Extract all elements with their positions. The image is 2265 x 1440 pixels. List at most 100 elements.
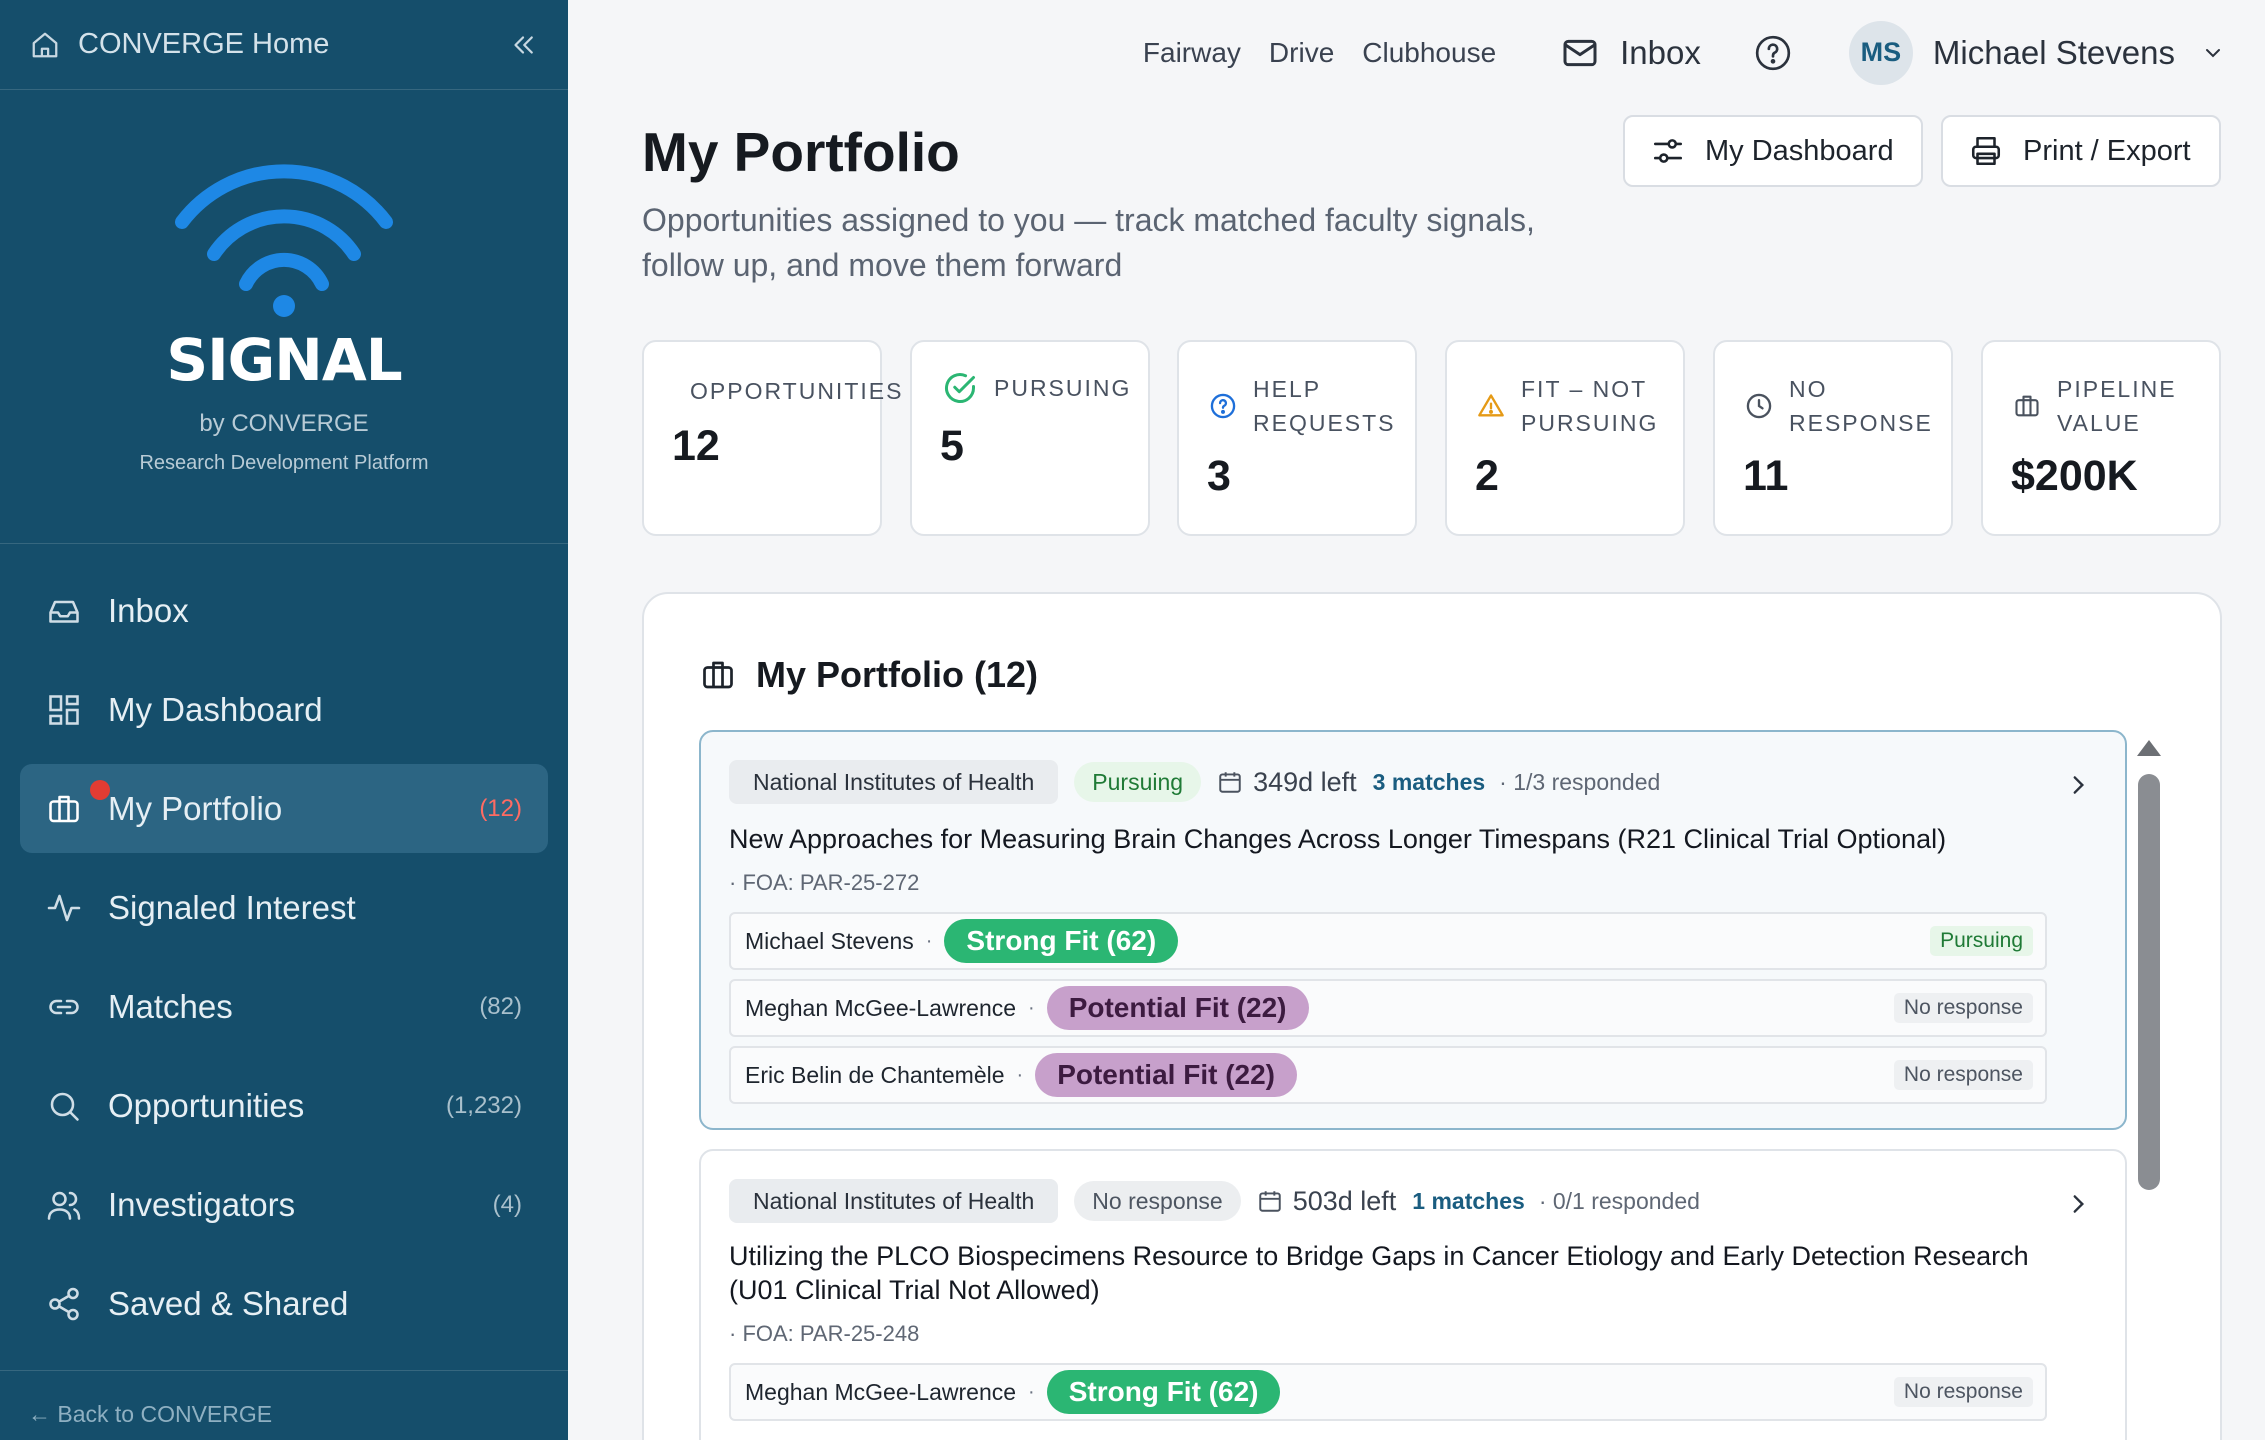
scroll-up-arrow[interactable] xyxy=(2137,740,2161,756)
dashboard-grid-icon xyxy=(49,694,79,725)
help-icon[interactable] xyxy=(1753,33,1793,73)
home-icon xyxy=(32,32,58,57)
user-menu[interactable]: MS Michael Stevens xyxy=(1848,20,2225,85)
briefcase-icon xyxy=(2015,395,2039,417)
investigator-name: Eric Belin de Chantemèle xyxy=(745,1061,1005,1088)
portfolio-panel: My Portfolio (12) National Institutes of… xyxy=(642,592,2222,1440)
sidebar-item-my-dashboard[interactable]: My Dashboard xyxy=(20,665,548,754)
link-icon xyxy=(49,999,79,1014)
sidebar-item-count: (1,232) xyxy=(445,1091,522,1119)
matches-link[interactable]: 1 matches xyxy=(1412,1188,1525,1215)
nav-link-clubhouse[interactable]: Clubhouse xyxy=(1362,37,1496,69)
responded-count: · 0/1 responded xyxy=(1538,1187,1700,1214)
chevron-right-icon[interactable] xyxy=(2065,1191,2091,1217)
stat-card-pursuing[interactable]: PURSUING 5 xyxy=(910,340,1150,536)
responded-count: · 1/3 responded xyxy=(1499,768,1661,795)
match-row[interactable]: Meghan McGee-Lawrence · Potential Fit (2… xyxy=(729,979,2047,1037)
stat-value: $200K xyxy=(2011,452,2138,500)
sidebar-item-count: (12) xyxy=(479,794,522,822)
opportunity-card[interactable]: National Institutes of Health Pursuing 3… xyxy=(699,730,2127,1130)
inbox-tray-icon xyxy=(49,600,79,623)
sidebar-item-saved-shared[interactable]: Saved & Shared xyxy=(20,1259,548,1348)
top-inbox-button[interactable]: Inbox xyxy=(1560,33,1701,73)
scrollbar-thumb[interactable] xyxy=(2138,774,2160,1190)
stat-card-pipeline-value[interactable]: PIPELINE VALUE $200K xyxy=(1981,340,2221,536)
agency-badge: National Institutes of Health xyxy=(729,760,1059,804)
investigator-name: Michael Stevens xyxy=(745,927,914,954)
sidebar-item-label: Opportunities xyxy=(108,1086,305,1124)
print-export-label: Print / Export xyxy=(2023,134,2191,167)
stat-card-fit-not-pursuing[interactable]: FIT – NOT PURSUING 2 xyxy=(1445,340,1685,536)
sidebar-item-label: Signaled Interest xyxy=(108,888,356,926)
opportunity-title[interactable]: Utilizing the PLCO Biospecimens Resource… xyxy=(729,1239,2049,1307)
stat-value: 12 xyxy=(672,422,720,470)
stat-card-no-response[interactable]: NO RESPONSE 11 xyxy=(1713,340,1953,536)
sidebar-item-signaled-interest[interactable]: Signaled Interest xyxy=(20,863,548,952)
my-dashboard-button[interactable]: My Dashboard xyxy=(1623,115,1923,187)
stat-label: NO RESPONSE xyxy=(1789,376,1933,436)
sidebar-item-label: Matches xyxy=(108,987,233,1025)
fit-badge: Strong Fit (62) xyxy=(944,919,1179,963)
back-to-converge-link[interactable]: ← Back to CONVERGE xyxy=(0,1370,568,1440)
calendar-icon xyxy=(1258,1191,1281,1212)
top-bar: Fairway Drive Clubhouse Inbox MS Michael… xyxy=(568,0,2265,105)
stat-value: 11 xyxy=(1743,452,1789,500)
brand-by: by CONVERGE xyxy=(199,410,369,437)
stat-card-opportunities[interactable]: OPPORTUNITIES 12 xyxy=(642,340,901,536)
matches-link[interactable]: 3 matches xyxy=(1373,769,1486,796)
opportunity-meta: National Institutes of Health No respons… xyxy=(729,1179,1700,1223)
mail-icon xyxy=(1563,39,1597,66)
search-icon xyxy=(50,1092,79,1121)
chevron-down-icon xyxy=(2206,48,2220,57)
match-row[interactable]: Meghan McGee-Lawrence · Strong Fit (62) … xyxy=(729,1363,2047,1421)
sidebar-item-label: My Portfolio xyxy=(108,789,283,827)
help-circle-icon xyxy=(1210,393,1236,419)
calendar-icon xyxy=(1219,772,1241,793)
sidebar-item-label: My Dashboard xyxy=(108,690,323,728)
status-badge: No response xyxy=(1074,1181,1241,1221)
opportunity-title[interactable]: New Approaches for Measuring Brain Chang… xyxy=(729,822,2059,856)
sidebar-item-investigators[interactable]: Investigators (4) xyxy=(20,1160,548,1249)
portfolio-panel-title: My Portfolio (12) xyxy=(756,654,1039,695)
nav-link-fairway[interactable]: Fairway xyxy=(1143,37,1241,69)
match-row[interactable]: Eric Belin de Chantemèle · Potential Fit… xyxy=(729,1046,2047,1104)
notification-dot xyxy=(90,780,110,800)
portfolio-panel-header: My Portfolio (12) xyxy=(700,654,1038,696)
brand-name: SIGNAL xyxy=(166,326,402,394)
sliders-icon xyxy=(1653,139,1683,163)
foa-number: · FOA: PAR-25-272 xyxy=(729,870,920,895)
response-status: No response xyxy=(1893,1060,2033,1090)
sidebar-item-matches[interactable]: Matches (82) xyxy=(20,962,548,1051)
sidebar-header: CONVERGE Home xyxy=(0,0,568,90)
briefcase-icon xyxy=(703,661,733,689)
clock-icon xyxy=(1746,393,1772,419)
agency-badge: National Institutes of Health xyxy=(729,1179,1059,1223)
response-status: No response xyxy=(1893,993,2033,1023)
converge-home-link[interactable]: CONVERGE Home xyxy=(78,28,508,61)
nav-link-drive[interactable]: Drive xyxy=(1269,37,1334,69)
sidebar-item-count: (82) xyxy=(479,992,522,1020)
chevron-right-icon[interactable] xyxy=(2065,772,2091,798)
sidebar-item-inbox[interactable]: Inbox xyxy=(20,566,548,655)
top-inbox-label: Inbox xyxy=(1620,33,1701,71)
print-export-button[interactable]: Print / Export xyxy=(1941,115,2221,187)
investigator-name: Meghan McGee-Lawrence xyxy=(745,994,1017,1021)
stat-card-help-requests[interactable]: HELP REQUESTS 3 xyxy=(1177,340,1417,536)
avatar: MS xyxy=(1848,20,1913,85)
user-name: Michael Stevens xyxy=(1932,33,2175,71)
page-title: My Portfolio xyxy=(642,121,960,183)
sidebar-item-my-portfolio[interactable]: My Portfolio (12) xyxy=(20,764,548,853)
match-row[interactable]: Michael Stevens · Strong Fit (62) Pursui… xyxy=(729,912,2047,970)
stat-label: PURSUING xyxy=(994,375,1132,401)
opportunity-card[interactable]: National Institutes of Health No respons… xyxy=(699,1149,2127,1440)
stat-label: HELP REQUESTS xyxy=(1253,376,1396,436)
foa-number: · FOA: PAR-25-248 xyxy=(729,1321,920,1346)
sidebar-item-opportunities[interactable]: Opportunities (1,232) xyxy=(20,1061,548,1150)
share-icon xyxy=(49,1287,79,1320)
printer-icon xyxy=(1971,136,2001,166)
stat-label: OPPORTUNITIES xyxy=(690,378,904,404)
briefcase-icon xyxy=(49,795,79,822)
separator-dot: · xyxy=(1028,1380,1035,1403)
collapse-sidebar-icon[interactable] xyxy=(508,30,538,60)
opportunity-meta: National Institutes of Health Pursuing 3… xyxy=(729,760,1660,804)
